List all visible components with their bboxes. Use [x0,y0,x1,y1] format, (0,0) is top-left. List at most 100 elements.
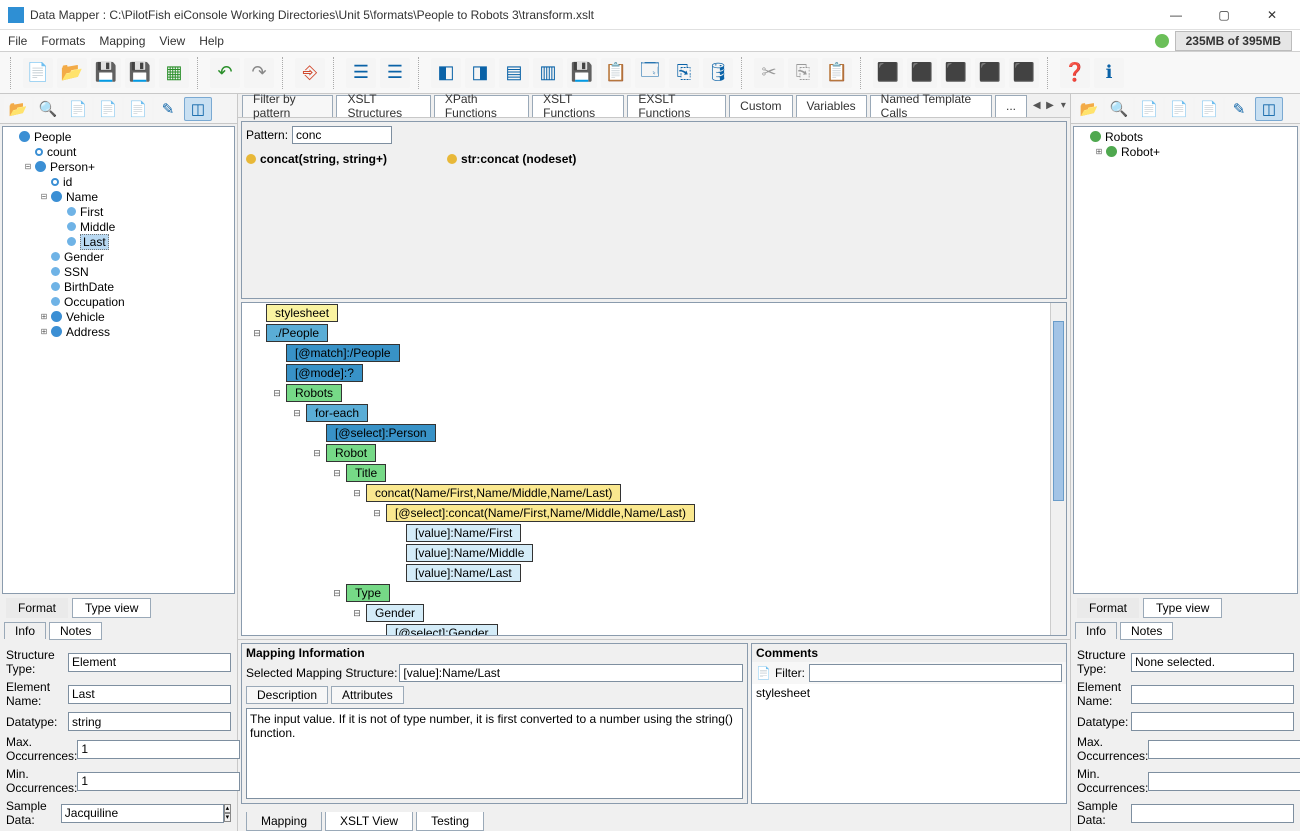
ftab-named[interactable]: Named Template Calls [870,95,992,117]
xslt-box[interactable]: concat(Name/First,Name/Middle,Name/Last) [366,484,621,502]
xslt-node[interactable]: [value]:Name/Last [242,563,1066,583]
toggle-icon[interactable] [55,207,65,217]
exit-icon[interactable]: ⎆ [295,58,325,88]
rt-btn5[interactable]: 📄 [1195,97,1223,121]
lt-btn3[interactable]: 📄 [64,97,92,121]
left-tab-typeview[interactable]: Type view [72,598,151,618]
comment-add-icon[interactable]: 📄 [756,666,771,680]
toggle-icon[interactable] [311,427,323,439]
tool5-icon[interactable]: ▤ [499,58,529,88]
scrollbar[interactable] [1050,303,1066,635]
xslt-tree[interactable]: stylesheet ⊟ ./People [@match]:/People [… [241,302,1067,636]
xslt-node[interactable]: [value]:Name/Middle [242,543,1066,563]
toggle-icon[interactable] [39,177,49,187]
property-input[interactable] [1148,772,1300,791]
toggle-icon[interactable] [39,282,49,292]
p5-icon[interactable]: ⬛ [1009,58,1039,88]
property-input[interactable] [1131,712,1294,731]
xslt-node[interactable]: ⊟ Type [242,583,1066,603]
tab-menu-icon[interactable]: ▾ [1057,96,1070,116]
property-input[interactable] [61,804,224,823]
comment-item[interactable]: stylesheet [752,684,1066,702]
p1-icon[interactable]: ⬛ [873,58,903,88]
toggle-icon[interactable] [391,547,403,559]
right-tab-typeview[interactable]: Type view [1143,598,1222,618]
comment-filter-input[interactable] [809,664,1062,682]
ftab-xslt-struct[interactable]: XSLT Structures [336,95,430,117]
tree-node[interactable]: id [3,174,234,189]
toggle-icon[interactable]: ⊟ [271,387,283,399]
property-input[interactable] [68,685,231,704]
btab-xsltview[interactable]: XSLT View [325,812,413,831]
toggle-icon[interactable]: ⊟ [311,447,323,459]
undo-icon[interactable]: ↶ [210,58,240,88]
ftab-exslt[interactable]: EXSLT Functions [627,95,726,117]
toggle-icon[interactable]: ⊟ [351,607,363,619]
rt-btn1[interactable]: 📂 [1075,97,1103,121]
tree-node[interactable]: Gender [3,249,234,264]
tool1-icon[interactable]: ☰ [346,58,376,88]
p2-icon[interactable]: ⬛ [907,58,937,88]
rt-btn7[interactable]: ◫ [1255,97,1283,121]
xslt-node[interactable]: [@select]:Person [242,423,1066,443]
lt-btn5[interactable]: 📄 [124,97,152,121]
lt-btn7[interactable]: ◫ [184,97,212,121]
xslt-box[interactable]: Robots [286,384,342,402]
xslt-node[interactable]: ⊟ [@select]:concat(Name/First,Name/Middl… [242,503,1066,523]
sel-struct-input[interactable] [399,664,743,682]
xslt-box[interactable]: [value]:Name/Middle [406,544,533,562]
tool7-icon[interactable]: 💾 [567,58,597,88]
rt-btn2[interactable]: 🔍 [1105,97,1133,121]
property-input[interactable] [1131,804,1294,823]
xslt-node[interactable]: [@match]:/People [242,343,1066,363]
toggle-icon[interactable]: ⊟ [39,192,49,202]
right-infotab-info[interactable]: Info [1075,622,1117,639]
ftab-xpath[interactable]: XPath Functions [434,95,529,117]
toggle-icon[interactable] [391,567,403,579]
tree-node[interactable]: People [3,129,234,144]
xslt-box[interactable]: Type [346,584,390,602]
redo-icon[interactable]: ↷ [244,58,274,88]
menu-file[interactable]: File [8,34,27,48]
toggle-icon[interactable]: ⊟ [331,467,343,479]
tree-node[interactable]: BirthDate [3,279,234,294]
xslt-node[interactable]: ⊟ Gender [242,603,1066,623]
xslt-box[interactable]: [value]:Name/First [406,524,521,542]
tree-node[interactable]: Middle [3,219,234,234]
subtab-attributes[interactable]: Attributes [331,686,404,704]
source-tree[interactable]: People count ⊟ Person+ id ⊟ Name First M… [2,126,235,594]
tree-node[interactable]: Robots [1074,129,1297,144]
paste-icon[interactable]: 📋 [822,58,852,88]
xslt-box[interactable]: Gender [366,604,424,622]
xslt-node[interactable]: [@select]:Gender [242,623,1066,635]
subtab-description[interactable]: Description [246,686,328,704]
right-tab-format[interactable]: Format [1077,598,1139,618]
p3-icon[interactable]: ⬛ [941,58,971,88]
rt-btn4[interactable]: 📄 [1165,97,1193,121]
info-icon[interactable]: ℹ [1094,58,1124,88]
rt-btn3[interactable]: 📄 [1135,97,1163,121]
toggle-icon[interactable]: ⊟ [23,162,33,172]
toggle-icon[interactable]: ⊟ [251,327,263,339]
tab-prev-icon[interactable]: ◀ [1030,96,1043,116]
suggest-concat[interactable]: concat(string, string+) [246,152,387,166]
copy-icon[interactable]: ⎘ [788,58,818,88]
toggle-icon[interactable]: ⊟ [371,507,383,519]
xslt-node[interactable]: ⊟ concat(Name/First,Name/Middle,Name/Las… [242,483,1066,503]
help-icon[interactable]: ❓ [1060,58,1090,88]
suggest-strconcat[interactable]: str:concat (nodeset) [447,152,576,166]
ftab-vars[interactable]: Variables [796,95,867,117]
p4-icon[interactable]: ⬛ [975,58,1005,88]
left-infotab-info[interactable]: Info [4,622,46,639]
ftab-xsltfn[interactable]: XSLT Functions [532,95,624,117]
xslt-box[interactable]: [@mode]:? [286,364,363,382]
target-tree[interactable]: Robots ⊞ Robot+ [1073,126,1298,594]
toggle-icon[interactable] [23,147,33,157]
tool9-icon[interactable]: 🗔 [635,58,665,88]
btab-testing[interactable]: Testing [416,812,484,831]
export-xls-icon[interactable]: ▦ [159,58,189,88]
new-icon[interactable]: 📄 [23,58,53,88]
toggle-icon[interactable]: ⊞ [39,312,49,322]
menu-formats[interactable]: Formats [41,34,85,48]
tool8-icon[interactable]: 📋 [601,58,631,88]
